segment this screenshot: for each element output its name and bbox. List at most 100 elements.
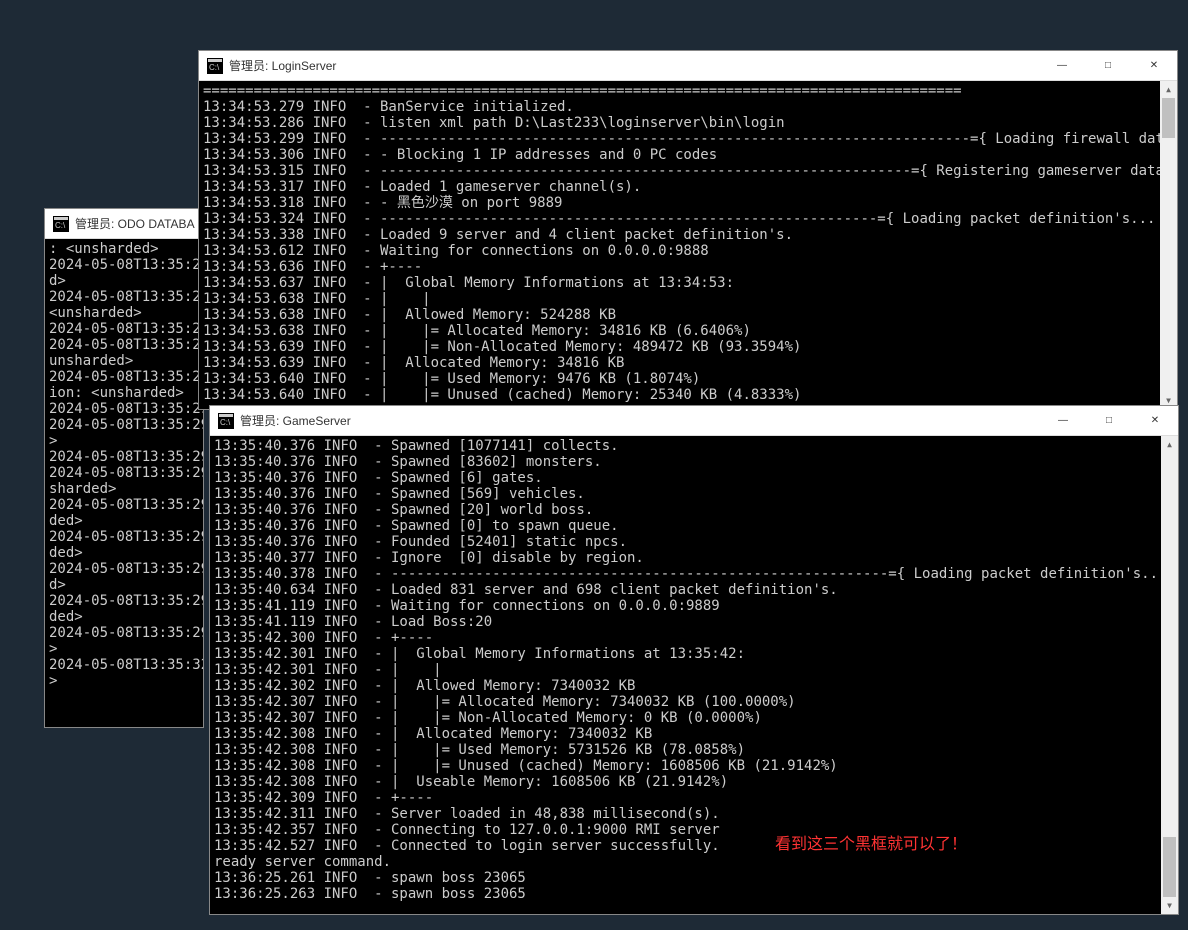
terminal-line: 2024-05-08T13:35:29: [49, 417, 199, 433]
login-scrollbar[interactable]: ▲ ▼: [1160, 81, 1177, 409]
terminal-line: 2024-05-08T13:35:29: [49, 465, 199, 481]
scroll-thumb[interactable]: [1162, 98, 1175, 138]
annotation-text: 看到这三个黑框就可以了！: [775, 830, 967, 854]
terminal-line: 13:35:42.301 INFO - | Global Memory Info…: [214, 646, 1174, 662]
terminal-line: 13:34:53.638 INFO - | Allowed Memory: 52…: [203, 307, 1173, 323]
db-titlebar[interactable]: C:\ 管理员: ODO DATABA: [45, 209, 203, 239]
scroll-thumb[interactable]: [1163, 837, 1176, 897]
scroll-track[interactable]: [1161, 453, 1178, 897]
terminal-line: 13:35:41.119 INFO - Waiting for connecti…: [214, 598, 1174, 614]
svg-text:C:\: C:\: [209, 63, 220, 72]
terminal-line: 2024-05-08T13:35:29: [49, 561, 199, 577]
terminal-line: 13:36:25.261 INFO - spawn boss 23065: [214, 870, 1174, 886]
terminal-line: 13:34:53.306 INFO - - Blocking 1 IP addr…: [203, 147, 1173, 163]
terminal-line: 13:35:40.376 INFO - Spawned [1077141] co…: [214, 438, 1174, 454]
terminal-line: 13:35:42.308 INFO - | Allocated Memory: …: [214, 726, 1174, 742]
terminal-line: ded>: [49, 545, 199, 561]
terminal-line: 13:34:53.638 INFO - | |= Allocated Memor…: [203, 323, 1173, 339]
terminal-line: 13:35:40.376 INFO - Spawned [569] vehicl…: [214, 486, 1174, 502]
terminal-line: d>: [49, 273, 199, 289]
game-title: 管理员: GameServer: [240, 412, 1040, 429]
terminal-line: 13:34:53.638 INFO - | |: [203, 291, 1173, 307]
terminal-line: 13:34:53.636 INFO - +----: [203, 259, 1173, 275]
minimize-button[interactable]: —: [1040, 406, 1086, 435]
terminal-line: 13:34:53.637 INFO - | Global Memory Info…: [203, 275, 1173, 291]
login-terminal[interactable]: ========================================…: [199, 81, 1177, 409]
terminal-line: 2024-05-08T13:35:29: [49, 257, 199, 273]
terminal-line: d>: [49, 577, 199, 593]
login-controls: — □ ✕: [1039, 51, 1177, 80]
login-titlebar[interactable]: C:\ 管理员: LoginServer — □ ✕: [199, 51, 1177, 81]
db-title: 管理员: ODO DATABA: [75, 215, 203, 232]
terminal-line: 13:36:25.263 INFO - spawn boss 23065: [214, 886, 1174, 902]
svg-text:C:\: C:\: [55, 221, 66, 230]
terminal-line: 13:35:40.376 INFO - Spawned [6] gates.: [214, 470, 1174, 486]
terminal-line: 13:34:53.279 INFO - BanService initializ…: [203, 99, 1173, 115]
cmd-icon: C:\: [218, 413, 234, 429]
terminal-line: 13:35:42.308 INFO - | |= Unused (cached)…: [214, 758, 1174, 774]
terminal-line: 13:34:53.318 INFO - - 黑色沙漠 on port 9889: [203, 195, 1173, 211]
terminal-line: 13:34:53.640 INFO - | |= Used Memory: 94…: [203, 371, 1173, 387]
terminal-line: ========================================…: [203, 83, 1173, 99]
maximize-button[interactable]: □: [1085, 51, 1131, 80]
game-titlebar[interactable]: C:\ 管理员: GameServer — □ ✕: [210, 406, 1178, 436]
terminal-line: 13:35:42.311 INFO - Server loaded in 48,…: [214, 806, 1174, 822]
login-window: C:\ 管理员: LoginServer — □ ✕ =============…: [198, 50, 1178, 410]
terminal-line: 13:34:53.324 INFO - --------------------…: [203, 211, 1173, 227]
terminal-line: 13:35:41.119 INFO - Load Boss:20: [214, 614, 1174, 630]
terminal-line: 13:35:42.357 INFO - Connecting to 127.0.…: [214, 822, 1174, 838]
scroll-track[interactable]: [1160, 98, 1177, 392]
db-window: C:\ 管理员: ODO DATABA : <unsharded>2024-05…: [44, 208, 204, 728]
close-button[interactable]: ✕: [1131, 51, 1177, 80]
terminal-line: 13:34:53.286 INFO - listen xml path D:\L…: [203, 115, 1173, 131]
terminal-line: 2024-05-08T13:35:29: [49, 369, 199, 385]
terminal-line: : <unsharded>: [49, 241, 199, 257]
terminal-line: 13:34:53.639 INFO - | Allocated Memory: …: [203, 355, 1173, 371]
terminal-line: 13:35:42.301 INFO - | |: [214, 662, 1174, 678]
terminal-line: 13:35:42.308 INFO - | Useable Memory: 16…: [214, 774, 1174, 790]
minimize-button[interactable]: —: [1039, 51, 1085, 80]
maximize-button[interactable]: □: [1086, 406, 1132, 435]
terminal-line: 2024-05-08T13:35:29: [49, 337, 199, 353]
terminal-line: 13:34:53.338 INFO - Loaded 9 server and …: [203, 227, 1173, 243]
scroll-down-icon[interactable]: ▼: [1161, 897, 1178, 914]
game-window: C:\ 管理员: GameServer — □ ✕ 13:35:40.376 I…: [209, 405, 1179, 915]
cmd-icon: C:\: [53, 216, 69, 232]
terminal-line: 13:35:42.308 INFO - | |= Used Memory: 57…: [214, 742, 1174, 758]
game-scrollbar[interactable]: ▲ ▼: [1161, 436, 1178, 914]
game-terminal[interactable]: 13:35:40.376 INFO - Spawned [1077141] co…: [210, 436, 1178, 914]
svg-text:C:\: C:\: [220, 418, 231, 427]
db-terminal[interactable]: : <unsharded>2024-05-08T13:35:29d>2024-0…: [45, 239, 203, 727]
terminal-line: ion: <unsharded>: [49, 385, 199, 401]
terminal-line: ded>: [49, 513, 199, 529]
cmd-icon: C:\: [207, 58, 223, 74]
game-controls: — □ ✕: [1040, 406, 1178, 435]
terminal-line: 13:35:40.378 INFO - --------------------…: [214, 566, 1174, 582]
terminal-line: 13:35:40.377 INFO - Ignore [0] disable b…: [214, 550, 1174, 566]
terminal-line: 13:35:42.307 INFO - | |= Non-Allocated M…: [214, 710, 1174, 726]
terminal-line: 2024-05-08T13:35:29.: [49, 593, 199, 609]
terminal-line: ready server command.: [214, 854, 1174, 870]
terminal-line: unsharded>: [49, 353, 199, 369]
close-button[interactable]: ✕: [1132, 406, 1178, 435]
terminal-line: 13:34:53.639 INFO - | |= Non-Allocated M…: [203, 339, 1173, 355]
terminal-line: 2024-05-08T13:35:29: [49, 321, 199, 337]
terminal-line: 13:35:40.376 INFO - Spawned [20] world b…: [214, 502, 1174, 518]
terminal-line: >: [49, 673, 199, 689]
login-title: 管理员: LoginServer: [229, 57, 1039, 74]
terminal-line: >: [49, 641, 199, 657]
scroll-up-icon[interactable]: ▲: [1161, 436, 1178, 453]
terminal-line: 2024-05-08T13:35:29: [49, 449, 199, 465]
terminal-line: 13:34:53.640 INFO - | |= Unused (cached)…: [203, 387, 1173, 403]
terminal-line: 2024-05-08T13:35:32.: [49, 657, 199, 673]
terminal-line: 13:35:40.634 INFO - Loaded 831 server an…: [214, 582, 1174, 598]
terminal-line: 13:34:53.315 INFO - --------------------…: [203, 163, 1173, 179]
terminal-line: 2024-05-08T13:35:29: [49, 529, 199, 545]
terminal-line: 13:34:53.612 INFO - Waiting for connecti…: [203, 243, 1173, 259]
terminal-line: 13:34:53.317 INFO - Loaded 1 gameserver …: [203, 179, 1173, 195]
scroll-up-icon[interactable]: ▲: [1160, 81, 1177, 98]
terminal-line: 2024-05-08T13:35:29.: [49, 625, 199, 641]
terminal-line: 2024-05-08T13:35:29: [49, 497, 199, 513]
terminal-line: sharded>: [49, 481, 199, 497]
terminal-line: 2024-05-08T13:35:29: [49, 401, 199, 417]
